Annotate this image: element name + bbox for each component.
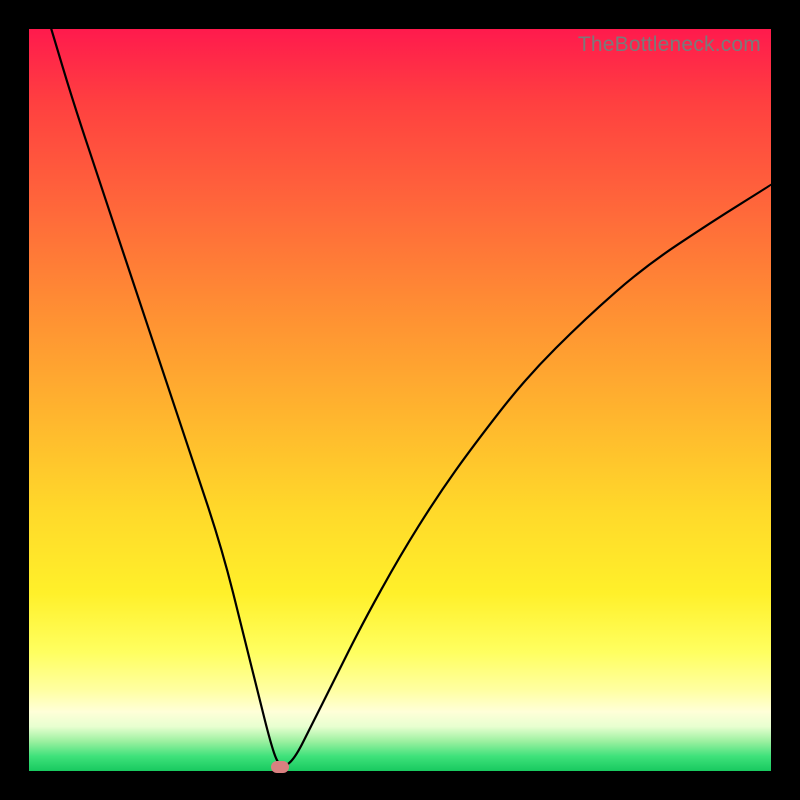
plot-area: TheBottleneck.com: [29, 29, 771, 771]
optimal-point-marker: [271, 761, 289, 773]
bottleneck-curve: [29, 29, 771, 771]
chart-frame: TheBottleneck.com: [0, 0, 800, 800]
